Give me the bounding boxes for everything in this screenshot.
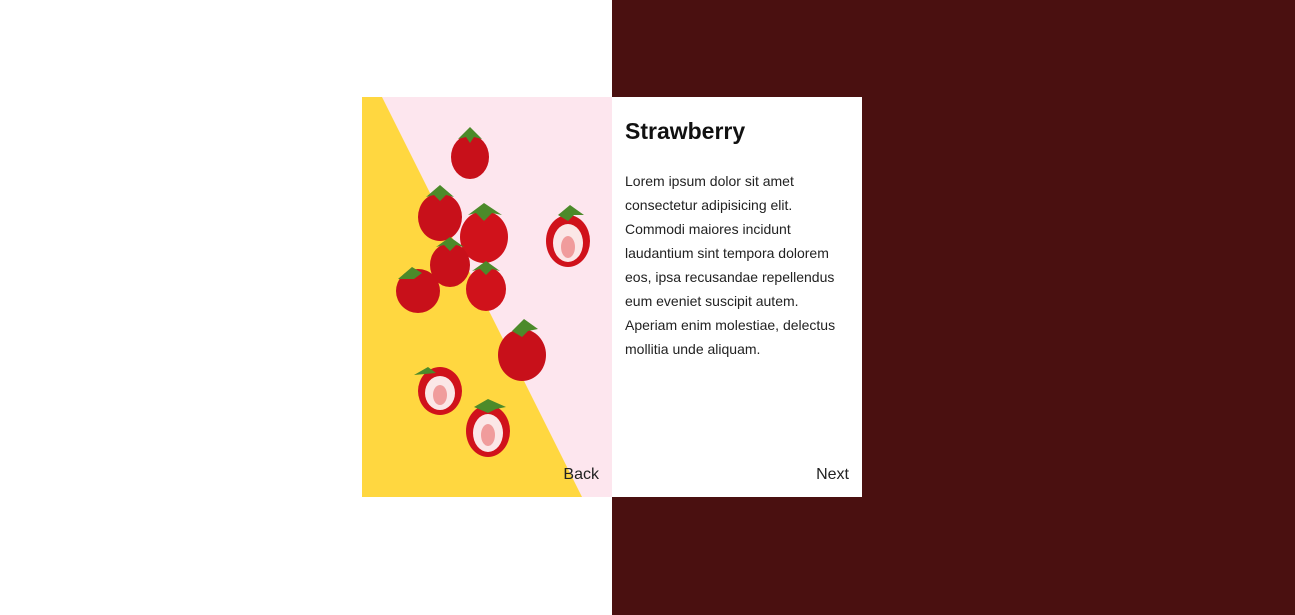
card-image-panel: Back [362,97,612,497]
next-button[interactable]: Next [816,466,849,484]
card-description: Lorem ipsum dolor sit amet consectetur a… [625,173,836,357]
back-button[interactable]: Back [563,466,599,484]
card-content-panel: Strawberry Lorem ipsum dolor sit amet co… [612,97,862,497]
product-card: Back Strawberry Lorem ipsum dolor sit am… [362,97,862,497]
card-title: Strawberry [625,118,746,144]
strawberries-image [362,97,612,497]
